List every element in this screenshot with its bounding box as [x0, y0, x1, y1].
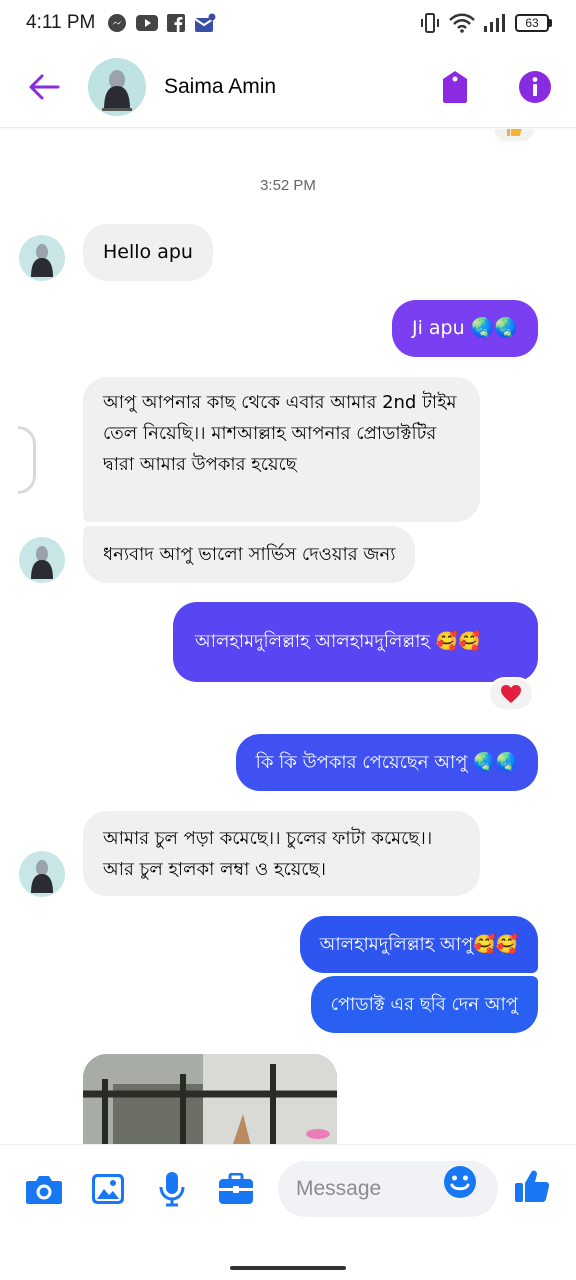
status-time: 4:11 PM [26, 12, 96, 33]
info-button[interactable] [518, 70, 552, 104]
message-timestamp: 3:52 PM [260, 177, 316, 194]
sender-avatar[interactable] [19, 537, 65, 583]
business-tools-button[interactable] [216, 1169, 256, 1209]
info-icon [519, 70, 551, 103]
message-bubble-incoming[interactable]: ধন্যবাদ আপু ভালো সার্ভিস দেওয়ার জন্য [83, 526, 416, 583]
message-text: পোডাক্ট এর ছবি দেন আপু [330, 994, 518, 1015]
system-icons: 63 [419, 12, 552, 34]
contact-name[interactable]: Saima Amin [164, 75, 276, 99]
message-bubble-outgoing[interactable]: কি কি উপকার পেয়েছেন আপু 🌏🌏 [235, 734, 538, 791]
voice-button[interactable] [152, 1169, 192, 1209]
message-composer [0, 1144, 576, 1232]
home-indicator[interactable] [230, 1266, 346, 1270]
message-bubble-outgoing[interactable]: পোডাক্ট এর ছবি দেন আপু [310, 976, 538, 1033]
message-bubble-outgoing[interactable]: Ji apu 🌏🌏 [391, 300, 538, 357]
briefcase-icon [219, 1172, 253, 1204]
tag-button[interactable] [438, 70, 472, 104]
message-bubble-outgoing[interactable]: আলহামদুলিল্লাহ আপু🥰🥰 [299, 916, 538, 973]
camera-button[interactable] [24, 1169, 64, 1209]
scroll-handle[interactable] [18, 426, 36, 494]
messenger-icon [107, 13, 127, 33]
vibrate-icon [419, 12, 441, 34]
back-arrow-icon [29, 74, 60, 99]
reaction-badge[interactable] [492, 129, 536, 143]
message-bubble-incoming[interactable]: আপু আপনার কাছ থেকে এবার আমার 2nd টাইম তে… [83, 377, 480, 522]
message-bubble-incoming[interactable]: আমার চুল পড়া কমেছে।। চুলের ফাটা কমেছে।।… [83, 811, 480, 896]
sender-avatar[interactable] [19, 235, 65, 281]
message-bubble-incoming[interactable]: Hello apu [83, 224, 213, 281]
battery-level: 63 [515, 14, 549, 32]
mail-icon [194, 13, 216, 33]
message-text: Hello apu [103, 241, 193, 263]
reaction-badge[interactable] [488, 677, 534, 711]
gallery-button[interactable] [88, 1169, 128, 1209]
wifi-icon [449, 13, 475, 33]
contact-avatar[interactable] [88, 57, 146, 116]
notification-icons [107, 13, 216, 33]
image-icon [92, 1173, 124, 1204]
back-button[interactable] [24, 67, 64, 107]
signal-icon [483, 13, 507, 33]
system-nav-bar [0, 1232, 576, 1280]
microphone-icon [159, 1171, 185, 1206]
message-list[interactable]: 3:52 PM Hello apu Ji apu 🌏🌏 আপু আপনার কা… [0, 129, 576, 1144]
message-text: আলহামদুলিল্লাহ আলহামদুলিল্লাহ 🥰🥰 [195, 631, 481, 652]
message-text: আপু আপনার কাছ থেকে এবার আমার 2nd টাইম তে… [103, 392, 457, 475]
thumbs-up-icon [507, 129, 522, 136]
emoji-icon [444, 1166, 476, 1198]
message-text: কি কি উপকার পেয়েছেন আপু 🌏🌏 [255, 752, 518, 773]
thumbs-up-icon [515, 1170, 550, 1202]
status-bar: 4:11 PM 63 [0, 0, 576, 46]
message-text: আমার চুল পড়া কমেছে।। চুলের ফাটা কমেছে।।… [103, 827, 433, 880]
battery-icon: 63 [515, 14, 552, 32]
like-button[interactable] [512, 1166, 552, 1206]
conversation-header: Saima Amin [0, 46, 576, 128]
message-text: ধন্যবাদ আপু ভালো সার্ভিস দেওয়ার জন্য [103, 544, 396, 565]
facebook-icon [167, 14, 186, 32]
tag-icon [443, 70, 467, 103]
sender-avatar[interactable] [19, 851, 65, 897]
message-text: Ji apu 🌏🌏 [411, 317, 518, 339]
message-bubble-outgoing[interactable]: আলহামদুলিল্লাহ আলহামদুলিল্লাহ 🥰🥰 [173, 602, 538, 682]
heart-icon [501, 685, 521, 703]
message-text: আলহামদুলিল্লাহ আপু🥰🥰 [319, 934, 518, 955]
camera-icon [26, 1175, 62, 1204]
photo-attachment[interactable] [83, 1054, 337, 1144]
youtube-icon [136, 14, 159, 32]
emoji-button[interactable] [440, 1162, 480, 1202]
